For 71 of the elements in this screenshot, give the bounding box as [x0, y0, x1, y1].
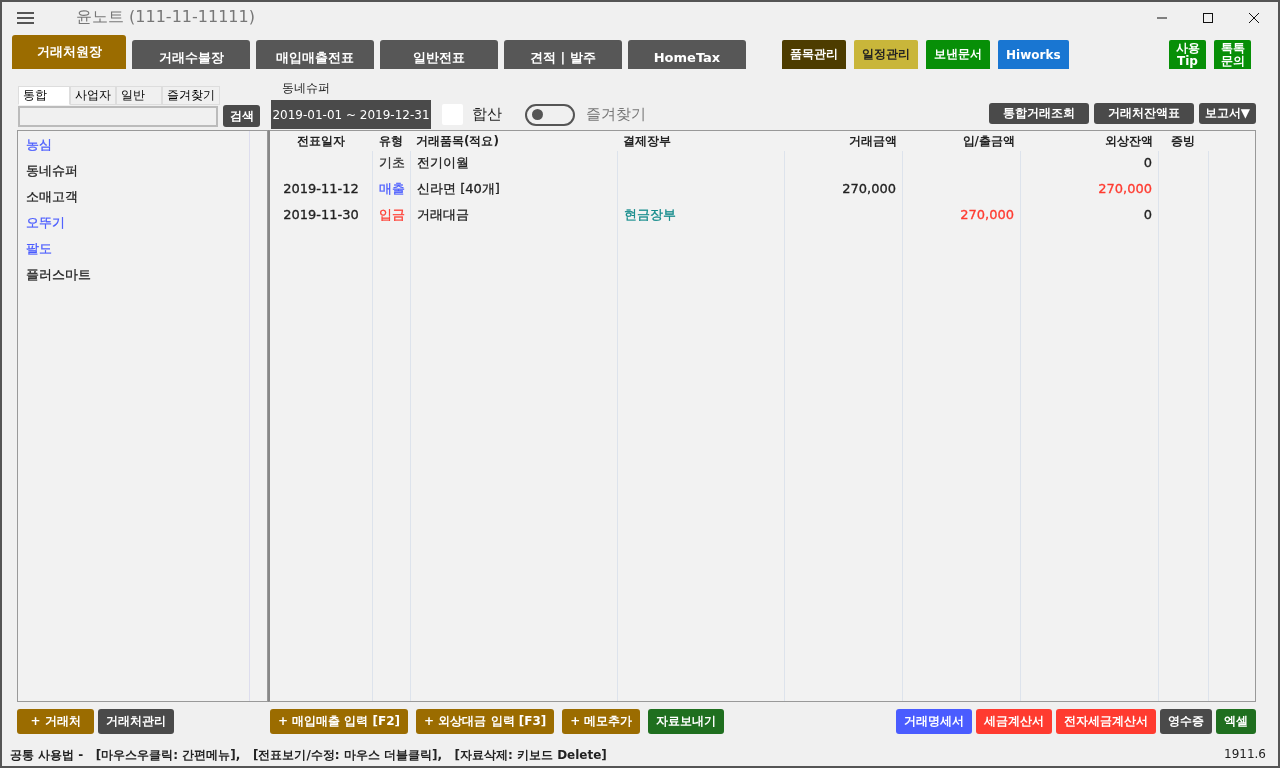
- main-tab[interactable]: HomeTax: [628, 40, 746, 69]
- client-name: 동네슈퍼: [282, 80, 331, 97]
- action-button[interactable]: 거래처관리: [98, 709, 174, 734]
- table-cell: 270,000: [960, 207, 1014, 222]
- action-button[interactable]: + 거래처: [17, 709, 94, 734]
- filter-tab[interactable]: 즐겨찾기: [162, 86, 220, 105]
- table-cell: 전기이월: [417, 155, 469, 170]
- document-button[interactable]: 엑셀: [1216, 709, 1256, 734]
- client-item[interactable]: 팔도: [26, 241, 52, 256]
- search-field[interactable]: [18, 105, 218, 127]
- main-tab[interactable]: 일반전표: [380, 40, 498, 69]
- date-range-field[interactable]: 2019-01-01 ~ 2019-12-31: [271, 100, 431, 129]
- client-item[interactable]: 농심: [26, 137, 52, 152]
- action-button[interactable]: 자료보내기: [648, 709, 725, 734]
- table-cell: 현금장부: [624, 207, 676, 222]
- document-button[interactable]: 전자세금계산서: [1056, 709, 1156, 734]
- toggle-switch[interactable]: [525, 103, 575, 126]
- help-button[interactable]: 사용 Tip: [1169, 40, 1206, 69]
- column-header: 입/출금액: [961, 133, 1016, 150]
- tool-button[interactable]: 일정관리: [854, 40, 918, 69]
- column-header: 거래금액: [848, 133, 898, 150]
- action-button[interactable]: + 메모추가: [562, 709, 641, 734]
- table-cell: 입금: [378, 207, 405, 222]
- document-button[interactable]: 거래명세서: [896, 709, 972, 734]
- column-header: 결제장부: [622, 133, 672, 150]
- document-button[interactable]: 영수증: [1160, 709, 1212, 734]
- version-label: 1911.6: [1224, 747, 1266, 763]
- report-button[interactable]: 거래처잔액표: [1093, 103, 1194, 124]
- table-cell: 기초: [378, 155, 405, 170]
- column-header: 거래품목(적요): [415, 133, 500, 150]
- report-button[interactable]: 통합거래조회: [988, 103, 1089, 124]
- toggle-label: 즐겨찾기: [586, 105, 646, 124]
- checkbox-label: 합산: [472, 105, 502, 124]
- table-cell: 0: [1143, 207, 1152, 222]
- main-tab[interactable]: 거래수불장: [132, 40, 250, 69]
- column-header: 유형: [378, 133, 404, 150]
- table-cell: 270,000: [842, 181, 896, 196]
- document-button[interactable]: 세금계산서: [976, 709, 1052, 734]
- client-item[interactable]: 오뚜기: [26, 215, 65, 230]
- column-header: 전표일자: [296, 133, 346, 150]
- tool-button[interactable]: 보낸문서: [926, 40, 990, 69]
- client-item[interactable]: 플러스마트: [26, 267, 91, 282]
- filter-tab[interactable]: 사업자: [70, 86, 116, 105]
- client-item[interactable]: 동네슈퍼: [26, 163, 78, 178]
- table-cell: 0: [1143, 155, 1152, 170]
- main-tab[interactable]: 견적 | 발주: [504, 40, 622, 69]
- column-header: 증빙: [1170, 133, 1196, 150]
- maximize-icon[interactable]: [1202, 11, 1214, 24]
- report-button[interactable]: 보고서▼: [1198, 103, 1256, 124]
- table-cell: 2019-11-12: [283, 181, 359, 196]
- main-tab[interactable]: 거래처원장: [12, 35, 126, 69]
- tool-button[interactable]: 품목관리: [782, 40, 846, 69]
- window-title: 윤노트 (111-11-11111): [76, 7, 255, 28]
- table-cell: 신라면 [40개]: [417, 181, 500, 196]
- main-tab[interactable]: 매입매출전표: [256, 40, 374, 69]
- action-button[interactable]: + 외상대금 입력 [F3]: [416, 709, 555, 734]
- menu-icon[interactable]: [17, 11, 34, 24]
- action-button[interactable]: + 매입매출 입력 [F2]: [270, 709, 409, 734]
- filter-tab[interactable]: 일반: [116, 86, 162, 105]
- help-button[interactable]: 톡톡 문의: [1214, 40, 1251, 69]
- table-cell: 2019-11-30: [283, 207, 359, 222]
- search-button[interactable]: 검색: [223, 105, 260, 127]
- table-cell: 270,000: [1098, 181, 1152, 196]
- tool-button[interactable]: Hiworks: [998, 40, 1069, 69]
- column-header: 외상잔액: [1104, 133, 1154, 150]
- filter-tab[interactable]: 통합: [18, 86, 70, 105]
- close-icon[interactable]: [1248, 11, 1260, 24]
- usage-hint: 공통 사용법 - [마우스우클릭: 간편메뉴], [전표보기/수정: 마우스 더블클릭], [자료삭제: 키보드 Delete]: [10, 747, 607, 764]
- table-cell: 매출: [378, 181, 405, 196]
- table-cell: 거래대금: [417, 207, 469, 222]
- client-item[interactable]: 소매고객: [26, 189, 78, 204]
